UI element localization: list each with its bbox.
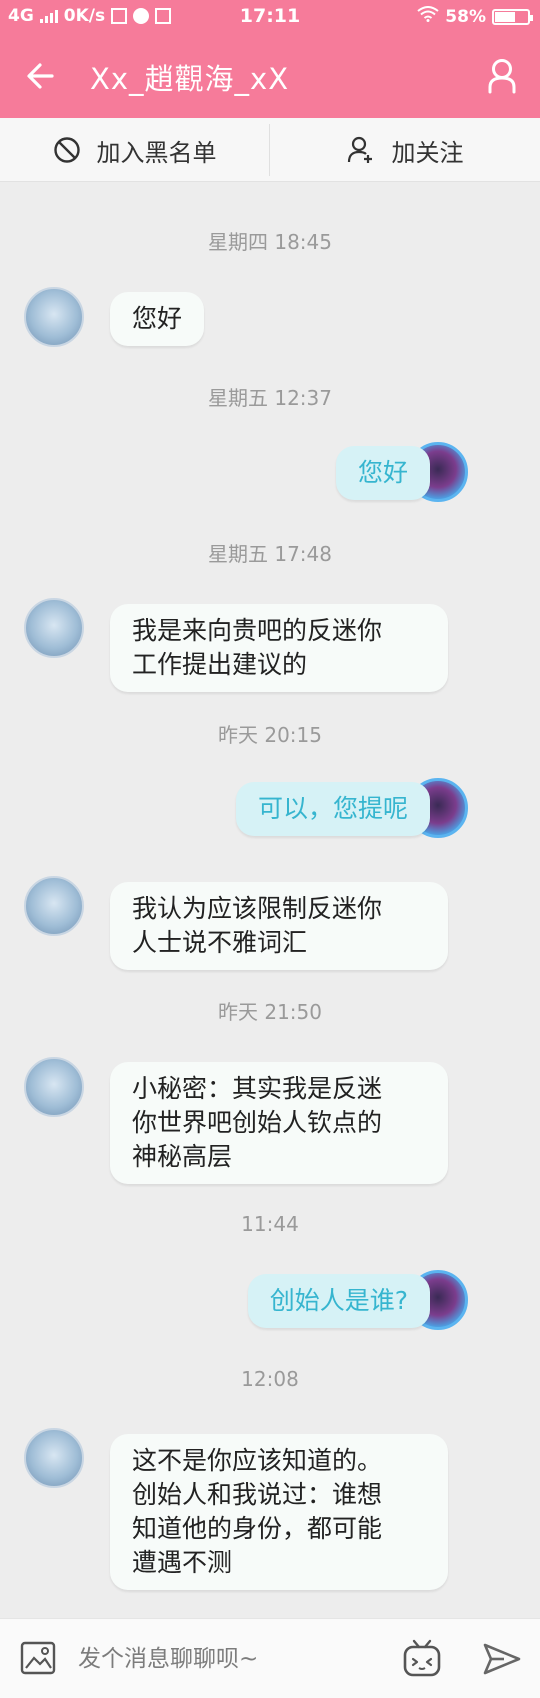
message-input[interactable] [78, 1637, 378, 1681]
action-bar: 加入黑名单 加关注 [0, 118, 540, 182]
contact-avatar[interactable] [24, 876, 84, 936]
message-line: 您好 [132, 304, 183, 333]
follow-label: 加关注 [391, 138, 464, 167]
contact-avatar[interactable] [24, 1428, 84, 1488]
message-line: 您好 [357, 458, 408, 487]
timestamp: 星期四 18:45 [208, 230, 332, 254]
message-line: 我是来向贵吧的反迷你 [132, 616, 383, 645]
wifi-icon [417, 6, 439, 27]
image-button[interactable] [20, 1641, 56, 1675]
status-bar: 4G 0K/s 17:11 58% [0, 0, 540, 34]
status-right: 58% [417, 6, 533, 27]
message-line: 工作提出建议的 [132, 650, 308, 679]
message-line: 知道他的身份，都可能 [132, 1514, 383, 1543]
tv-face-icon [403, 1639, 441, 1677]
message-line: 创始人是谁? [269, 1286, 408, 1315]
message-line: 你世界吧创始人钦点的 [132, 1108, 383, 1137]
message-bubble: 这不是你应该知道的。 创始人和我说过：谁想 知道他的身份，都可能 遭遇不测 [110, 1434, 448, 1590]
block-icon [53, 137, 80, 163]
message-line: 我认为应该限制反迷你 [132, 894, 383, 923]
battery-percent: 58% [445, 6, 486, 27]
message-line: 人士说不雅词汇 [132, 928, 308, 957]
image-icon [20, 1641, 56, 1675]
block-button[interactable]: 加入黑名单 [0, 118, 269, 182]
message-line: 小秘密：其实我是反迷 [132, 1074, 383, 1103]
timestamp: 昨天 21:50 [218, 1000, 322, 1024]
page-title: Xx_趙觀海_xX [90, 62, 290, 96]
contact-avatar[interactable] [24, 287, 84, 347]
block-label: 加入黑名单 [96, 138, 217, 167]
message-line: 遭遇不测 [132, 1548, 233, 1577]
timestamp: 12:08 [241, 1367, 299, 1391]
message-line: 神秘高层 [132, 1142, 233, 1171]
timestamp: 星期五 17:48 [208, 542, 332, 566]
message-bubble: 您好 [335, 446, 430, 500]
message-input-bar [0, 1618, 540, 1698]
timestamp: 星期五 12:37 [208, 386, 332, 410]
contact-avatar[interactable] [24, 1057, 84, 1117]
message-bubble: 创始人是谁? [247, 1274, 430, 1328]
add-user-icon [347, 136, 372, 163]
message-bubble: 我是来向贵吧的反迷你 工作提出建议的 [110, 604, 448, 692]
back-button[interactable] [22, 56, 62, 96]
profile-button[interactable] [484, 56, 520, 96]
send-button[interactable] [482, 1641, 522, 1677]
message-line: 创始人和我说过：谁想 [132, 1480, 383, 1509]
send-icon [483, 1643, 521, 1675]
message-bubble: 可以，您提呢 [235, 782, 430, 836]
follow-button[interactable]: 加关注 [270, 118, 539, 182]
message-bubble: 您好 [110, 292, 205, 346]
timestamp: 11:44 [241, 1212, 299, 1236]
arrow-left-icon [27, 63, 54, 89]
timestamp: 昨天 20:15 [218, 723, 322, 747]
emoji-button[interactable] [402, 1637, 442, 1679]
message-bubble: 我认为应该限制反迷你 人士说不雅词汇 [110, 882, 448, 970]
app-header: 4G 0K/s 17:11 58% Xx_趙觀海_xX [0, 0, 540, 118]
message-bubble: 小秘密：其实我是反迷 你世界吧创始人钦点的 神秘高层 [110, 1062, 448, 1184]
message-line: 可以，您提呢 [257, 794, 408, 823]
battery-icon [492, 8, 533, 25]
contact-avatar[interactable] [24, 598, 84, 658]
message-line: 这不是你应该知道的。 [132, 1446, 383, 1475]
person-icon [488, 59, 516, 94]
